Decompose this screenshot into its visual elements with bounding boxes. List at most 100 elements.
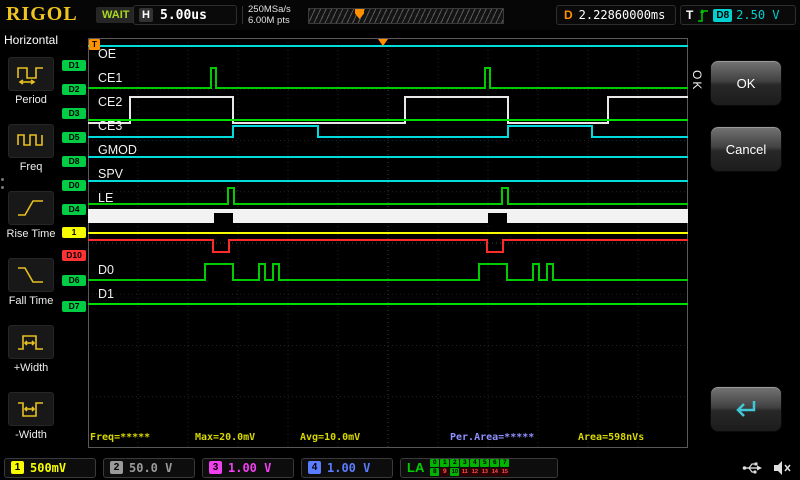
sidebar-title: Horizontal bbox=[0, 30, 62, 48]
plus-width-icon bbox=[8, 325, 54, 359]
channel-3-badge: 3 bbox=[209, 461, 222, 474]
la-channel-0: 0 bbox=[430, 459, 439, 467]
usb-icon bbox=[742, 460, 764, 476]
la-channel-6: 6 bbox=[490, 459, 499, 467]
svg-text:SPV: SPV bbox=[98, 167, 124, 181]
la-label: LA bbox=[407, 460, 424, 475]
la-channel-15: 15 bbox=[500, 468, 509, 476]
rising-edge-icon bbox=[697, 7, 709, 23]
la-channel-2: 2 bbox=[450, 459, 459, 467]
channel-tag-d7[interactable]: D7 bbox=[62, 301, 86, 312]
svg-text:GMOD: GMOD bbox=[98, 143, 137, 157]
sidebar-item-label: +Width bbox=[14, 362, 49, 374]
channel-tag-d0[interactable]: D0 bbox=[62, 180, 86, 191]
delay-value: 2.22860000ms bbox=[579, 8, 666, 22]
sidebar-item-period[interactable]: Period bbox=[0, 48, 62, 115]
channel-status-bar: 1 500mV 2 50.0 V 3 1.00 V 4 1.00 V LA 01… bbox=[0, 455, 800, 480]
la-channel-14: 14 bbox=[490, 468, 499, 476]
channel-tag-d5[interactable]: D5 bbox=[62, 132, 86, 143]
rigol-logo: RIGOL bbox=[6, 3, 78, 26]
waveform-display-area: OECE1CE2CE3GMODSPVLED0D1 T Freq=*****Max… bbox=[88, 38, 688, 448]
sidebar-item-label: Freq bbox=[20, 161, 43, 173]
header-divider bbox=[242, 6, 243, 24]
return-arrow-icon bbox=[733, 398, 759, 420]
la-channel-grid: 0123456789101112131415 bbox=[430, 459, 509, 476]
channel-2-status[interactable]: 2 50.0 V bbox=[103, 458, 195, 478]
sidebar-item-minus-width[interactable]: -Width bbox=[0, 383, 62, 450]
sidebar-item-label: Period bbox=[15, 94, 47, 106]
minus-width-icon bbox=[8, 392, 54, 426]
svg-text:D1: D1 bbox=[98, 287, 114, 301]
sidebar-item-rise-time[interactable]: Rise Time bbox=[0, 182, 62, 249]
horizontal-label: H bbox=[139, 8, 153, 22]
return-button[interactable] bbox=[710, 386, 782, 432]
menu-title-vertical: OK bbox=[690, 70, 704, 91]
acquisition-info: 250MSa/s 6.00M pts bbox=[248, 4, 291, 26]
trigger-readout[interactable]: T D8 2.50 V bbox=[680, 5, 796, 25]
trigger-label: T bbox=[686, 8, 693, 22]
channel-tag-d3[interactable]: D3 bbox=[62, 108, 86, 119]
top-status-bar: RIGOL WAIT H 5.00us 250MSa/s 6.00M pts D… bbox=[0, 0, 800, 30]
trigger-level-value: 2.50 V bbox=[736, 8, 779, 22]
channel-4-status[interactable]: 4 1.00 V bbox=[301, 458, 393, 478]
channel-tag-d8[interactable]: D8 bbox=[62, 156, 86, 167]
rise-time-icon bbox=[8, 191, 54, 225]
period-waveform-icon bbox=[8, 57, 54, 91]
speaker-muted-icon bbox=[772, 460, 792, 476]
menu-page-indicator bbox=[1, 178, 4, 189]
channel-tag-d2[interactable]: D2 bbox=[62, 84, 86, 95]
channel-2-badge: 2 bbox=[110, 461, 123, 474]
waveform-canvas: OECE1CE2CE3GMODSPVLED0D1 bbox=[88, 38, 688, 448]
sidebar-item-fall-time[interactable]: Fall Time bbox=[0, 249, 62, 316]
channel-tag-1[interactable]: 1 bbox=[62, 227, 86, 238]
delay-readout[interactable]: D 2.22860000ms bbox=[556, 5, 676, 25]
channel-tag-d10[interactable]: D10 bbox=[62, 250, 86, 261]
la-channel-11: 11 bbox=[460, 468, 469, 476]
measurement-readout: Avg=10.0mV bbox=[300, 432, 360, 443]
la-channel-7: 7 bbox=[500, 459, 509, 467]
la-channel-13: 13 bbox=[480, 468, 489, 476]
channel-1-status[interactable]: 1 500mV bbox=[4, 458, 96, 478]
svg-text:CE1: CE1 bbox=[98, 71, 122, 85]
la-channel-12: 12 bbox=[470, 468, 479, 476]
la-channel-9: 9 bbox=[440, 468, 449, 476]
acquisition-status-badge: WAIT bbox=[96, 7, 136, 23]
sidebar-item-label: Rise Time bbox=[7, 228, 56, 240]
delay-label: D bbox=[564, 8, 573, 22]
horizontal-menu-sidebar: Horizontal Period Freq Rise Time Fall Ti… bbox=[0, 30, 62, 455]
la-channel-4: 4 bbox=[470, 459, 479, 467]
system-icons bbox=[742, 460, 800, 476]
channel-4-scale: 1.00 V bbox=[327, 461, 370, 475]
la-channel-1: 1 bbox=[440, 459, 449, 467]
channel-3-scale: 1.00 V bbox=[228, 461, 271, 475]
channel-tag-d4[interactable]: D4 bbox=[62, 204, 86, 215]
channel-2-scale: 50.0 V bbox=[129, 461, 172, 475]
freq-waveform-icon bbox=[8, 124, 54, 158]
measurement-readout: Max=20.0mV bbox=[195, 432, 255, 443]
svg-text:LE: LE bbox=[98, 191, 113, 205]
svg-text:D0: D0 bbox=[98, 263, 114, 277]
sidebar-item-plus-width[interactable]: +Width bbox=[0, 316, 62, 383]
ok-button[interactable]: OK bbox=[710, 60, 782, 106]
channel-3-status[interactable]: 3 1.00 V bbox=[202, 458, 294, 478]
trigger-position-marker-icon[interactable] bbox=[355, 9, 364, 19]
horizontal-position-bar[interactable] bbox=[308, 8, 504, 24]
trigger-position-icon[interactable] bbox=[378, 39, 388, 46]
channel-tag-d1[interactable]: D1 bbox=[62, 60, 86, 71]
la-channel-3: 3 bbox=[460, 459, 469, 467]
trigger-corner-marker: T bbox=[89, 39, 100, 50]
digital-channel-tags: D1 D2 D3 D5 D8 D0 D4 1 D10 D6 D7 bbox=[61, 38, 87, 448]
timebase-value: 5.00us bbox=[160, 8, 207, 23]
channel-1-badge: 1 bbox=[11, 461, 24, 474]
horizontal-timebase-readout[interactable]: H 5.00us bbox=[133, 5, 237, 25]
la-channel-10: 10 bbox=[450, 468, 459, 476]
softkey-panel: OK OK Cancel bbox=[688, 30, 800, 455]
sidebar-item-freq[interactable]: Freq bbox=[0, 115, 62, 182]
trigger-source-badge: D8 bbox=[713, 9, 732, 22]
logic-analyzer-status[interactable]: LA 0123456789101112131415 bbox=[400, 458, 558, 478]
measurement-readout: Per.Area=***** bbox=[450, 432, 534, 443]
cancel-button[interactable]: Cancel bbox=[710, 126, 782, 172]
measurement-readout: Area=598nVs bbox=[578, 432, 644, 443]
svg-text:CE3: CE3 bbox=[98, 119, 122, 133]
channel-tag-d6[interactable]: D6 bbox=[62, 275, 86, 286]
